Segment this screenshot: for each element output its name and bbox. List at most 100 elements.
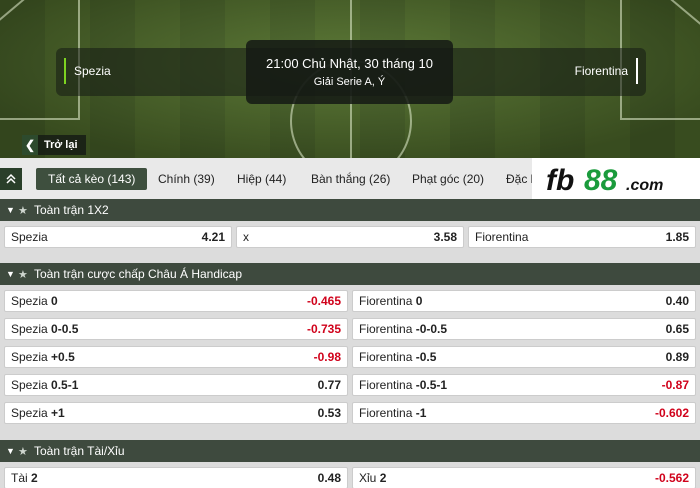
odds-value: 3.58	[433, 230, 457, 244]
handicap-line: -0-0.5	[415, 322, 448, 336]
handicap-away-cell[interactable]: Fiorentina -0.5 0.89	[352, 346, 696, 368]
handicap-away-cell[interactable]: Fiorentina -1 -0.602	[352, 402, 696, 424]
odds-value: 0.40	[665, 294, 689, 308]
svg-text:88: 88	[584, 164, 618, 197]
back-button[interactable]: ❮ Trở lại	[22, 135, 86, 155]
handicap-home-cell[interactable]: Spezia 0-0.5 -0.735	[4, 318, 348, 340]
odds-cell-home[interactable]: Spezia 4.21	[4, 226, 232, 248]
odds-value: 1.85	[665, 230, 689, 244]
brand-logo: fb 88 .com	[532, 158, 700, 200]
handicap-line: +1	[51, 406, 65, 420]
away-team-name: Fiorentina	[575, 58, 638, 84]
section-title: Toàn trận 1X2	[34, 203, 109, 217]
handicap-line: 0	[51, 294, 58, 308]
tab-corners[interactable]: Phạt góc (20)	[400, 168, 496, 190]
odds-value: -0.98	[313, 350, 341, 364]
team-name: Fiorentina	[359, 406, 413, 420]
section-title: Toàn trận cược chấp Châu Á Handicap	[34, 267, 243, 281]
totals-under-cell[interactable]: Xỉu 2 -0.562	[352, 467, 696, 488]
home-team-name: Spezia	[64, 58, 111, 84]
odds-value: 0.77	[317, 378, 341, 392]
collapse-all-icon[interactable]	[0, 168, 22, 190]
handicap-line: 2	[31, 471, 38, 485]
svg-text:.com: .com	[626, 177, 663, 194]
back-button-label: Trở lại	[44, 139, 78, 151]
odds-value: 0.53	[317, 406, 341, 420]
odds-cell-away[interactable]: Fiorentina 1.85	[468, 226, 696, 248]
handicap-line: +0.5	[51, 350, 75, 364]
section-header-totals[interactable]: ▼ ★ Toàn trận Tài/Xỉu	[0, 440, 700, 462]
handicap-line: 2	[379, 471, 387, 485]
handicap-home-cell[interactable]: Spezia 0.5-1 0.77	[4, 374, 348, 396]
caret-down-icon: ▼	[6, 446, 15, 456]
chevron-left-icon: ❮	[22, 135, 38, 155]
tab-main[interactable]: Chính (39)	[146, 168, 227, 190]
odds-value: -0.602	[654, 406, 689, 420]
tab-all-markets[interactable]: Tất cả kèo (143)	[36, 168, 148, 190]
selection-name: Spezia 0.5-1	[11, 378, 78, 392]
match-info: 21:00 Chủ Nhật, 30 tháng 10 Giải Serie A…	[246, 40, 453, 104]
team-name: Fiorentina	[359, 378, 413, 392]
odds-value: -0.87	[661, 378, 689, 392]
odds-value: 4.21	[201, 230, 225, 244]
match-league: Giải Serie A, Ý	[313, 76, 386, 88]
handicap-away-cell[interactable]: Fiorentina 0 0.40	[352, 290, 696, 312]
odds-value: 0.48	[317, 471, 341, 485]
section-title: Toàn trận Tài/Xỉu	[34, 444, 125, 458]
handicap-away-cell[interactable]: Fiorentina -0.5-1 -0.87	[352, 374, 696, 396]
team-name: Tài	[11, 471, 28, 485]
handicap-home-cell[interactable]: Spezia +1 0.53	[4, 402, 348, 424]
team-name: Spezia	[11, 378, 48, 392]
odds-value: 0.89	[665, 350, 689, 364]
match-time: 21:00 Chủ Nhật, 30 tháng 10	[266, 56, 433, 71]
odds-value: 0.65	[665, 322, 689, 336]
team-name: Spezia	[11, 350, 48, 364]
team-name: Spezia	[11, 294, 48, 308]
selection-name: Spezia 0	[11, 294, 58, 308]
handicap-line: -0.5-1	[415, 378, 448, 392]
handicap-away-cell[interactable]: Fiorentina -0-0.5 0.65	[352, 318, 696, 340]
selection-name: Tài 2	[11, 471, 38, 485]
selection-name: Fiorentina -0.5	[359, 350, 436, 364]
tab-half[interactable]: Hiệp (44)	[225, 168, 298, 190]
odds-value: -0.465	[306, 294, 341, 308]
team-name: Fiorentina	[359, 350, 413, 364]
team-name: Xỉu	[359, 471, 377, 485]
team-name: Spezia	[11, 322, 48, 336]
selection-name: Fiorentina 0	[359, 294, 422, 308]
odds-value: -0.735	[306, 322, 341, 336]
selection-name: Spezia	[11, 230, 48, 244]
odds-cell-draw[interactable]: x 3.58	[236, 226, 464, 248]
selection-name: Fiorentina	[475, 230, 529, 244]
selection-name: Spezia 0-0.5	[11, 322, 78, 336]
tab-goals[interactable]: Bàn thắng (26)	[299, 168, 402, 190]
handicap-line: -1	[415, 406, 427, 420]
selection-name: Spezia +1	[11, 406, 65, 420]
section-header-handicap[interactable]: ▼ ★ Toàn trận cược chấp Châu Á Handicap	[0, 263, 700, 285]
selection-name: Spezia +0.5	[11, 350, 75, 364]
caret-down-icon: ▼	[6, 269, 15, 279]
fb88-logo: fb 88 .com	[540, 161, 692, 197]
handicap-line: -0.5	[415, 350, 437, 364]
star-icon[interactable]: ★	[18, 204, 34, 217]
team-name: Spezia	[11, 406, 48, 420]
selection-name: Fiorentina -0.5-1	[359, 378, 447, 392]
caret-down-icon: ▼	[6, 205, 15, 215]
handicap-line: 0	[415, 294, 423, 308]
match-hero: Spezia Fiorentina 21:00 Chủ Nhật, 30 thá…	[0, 0, 700, 158]
handicap-line: 0-0.5	[51, 322, 79, 336]
handicap-home-cell[interactable]: Spezia +0.5 -0.98	[4, 346, 348, 368]
star-icon[interactable]: ★	[18, 445, 34, 458]
handicap-home-cell[interactable]: Spezia 0 -0.465	[4, 290, 348, 312]
totals-over-cell[interactable]: Tài 2 0.48	[4, 467, 348, 488]
svg-text:fb: fb	[546, 164, 574, 197]
star-icon[interactable]: ★	[18, 268, 34, 281]
selection-name: Xỉu 2	[359, 471, 386, 485]
team-name: Fiorentina	[359, 294, 413, 308]
section-header-1x2[interactable]: ▼ ★ Toàn trận 1X2	[0, 199, 700, 221]
selection-name: x	[243, 230, 249, 244]
selection-name: Fiorentina -0-0.5	[359, 322, 447, 336]
selection-name: Fiorentina -1	[359, 406, 426, 420]
handicap-line: 0.5-1	[51, 378, 79, 392]
odds-value: -0.562	[654, 471, 689, 485]
